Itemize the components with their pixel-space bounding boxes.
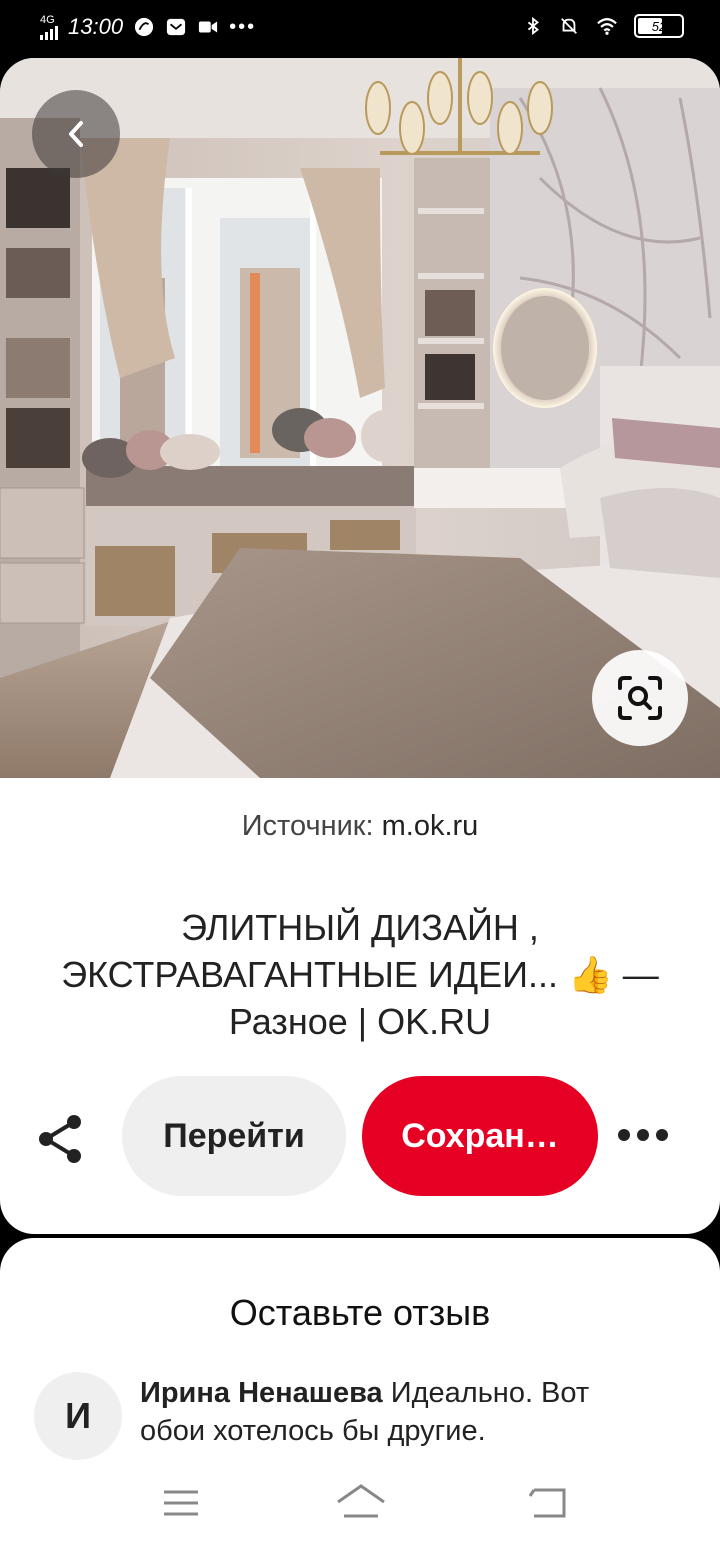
mute-bell-icon [561,18,577,34]
more-options-icon[interactable] [618,1124,672,1146]
wifi-icon [597,18,617,35]
home-icon[interactable] [334,1482,388,1522]
comments-section: Оставьте отзыв И Ирина Ненашева Идеально… [0,1238,720,1478]
comment-author[interactable]: Ирина Ненашева [140,1377,383,1409]
pin-card: Источник: m.ok.ru ЭЛИТНЫЙ ДИЗАЙН , ЭКСТР… [0,58,720,1234]
source-link[interactable]: m.ok.ru [382,810,479,842]
battery-icon: 52 [634,14,684,38]
lens-search-icon [618,676,662,720]
share-icon[interactable] [34,1112,88,1166]
more-notifications-icon: ••• [229,15,257,38]
status-time: 13:00 [68,14,124,39]
visual-search-button[interactable] [592,650,688,746]
save-button[interactable]: Сохран… [362,1076,598,1196]
source-line: Источник: m.ok.ru [0,810,720,843]
battery-level: 52 [651,18,667,34]
comments-heading: Оставьте отзыв [229,1292,491,1333]
system-nav-bar [0,1462,720,1544]
comment-item: Ирина Ненашева Идеально. Вот обои хотело… [140,1374,660,1450]
bluetooth-icon [527,16,540,36]
mail-icon [166,18,186,36]
status-bar: 4G 13:00 ••• 52 [0,0,720,58]
app-notification-icon [134,17,154,37]
action-bar: Перейти Сохран… [0,1076,720,1196]
pin-image[interactable] [0,58,720,778]
video-icon [198,21,218,33]
cellular-signal-icon: 4G [40,13,58,40]
network-type: 4G [40,13,55,26]
back-button[interactable] [32,90,120,178]
recent-apps-icon[interactable] [162,1488,200,1518]
avatar[interactable]: И [34,1372,122,1460]
visit-button[interactable]: Перейти [122,1076,346,1196]
pin-title: ЭЛИТНЫЙ ДИЗАЙН , ЭКСТРАВАГАНТНЫЕ ИДЕИ...… [61,907,659,1042]
chevron-left-icon [69,121,83,147]
source-label: Источник: [241,810,374,842]
back-nav-icon[interactable] [526,1486,568,1520]
